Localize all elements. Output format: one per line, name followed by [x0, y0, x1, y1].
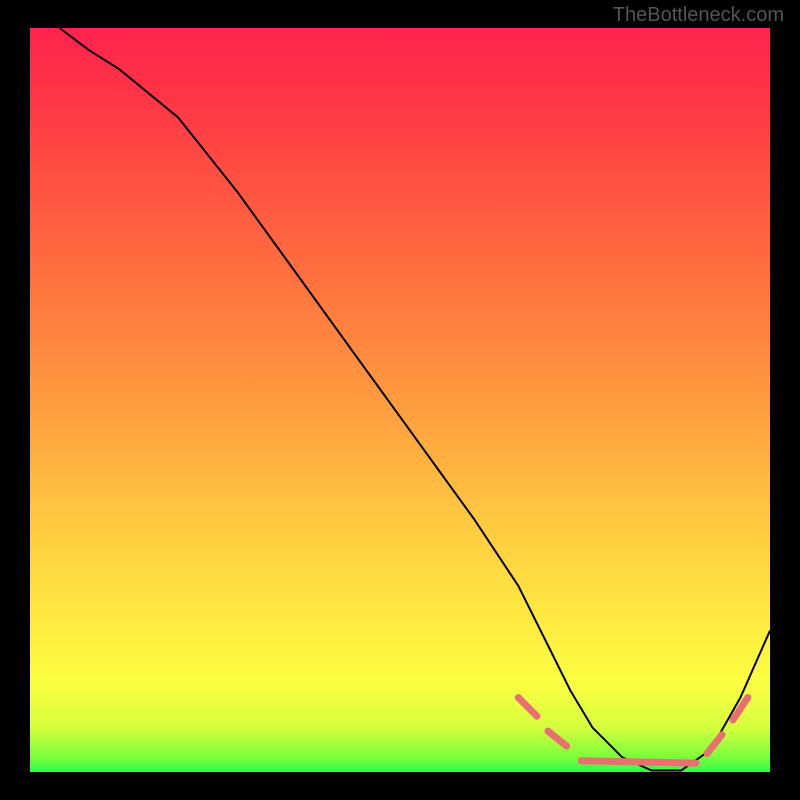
chart-marker-segment	[581, 761, 696, 763]
chart-marker-segment	[518, 698, 537, 717]
chart-line-series	[30, 28, 770, 772]
chart-plot-area	[30, 28, 770, 772]
chart-marker-segment	[707, 735, 722, 754]
chart-marker-dot	[563, 743, 570, 750]
chart-marker-dot	[533, 713, 540, 720]
chart-marker-segment	[733, 698, 748, 720]
chart-marker-dot	[578, 757, 585, 764]
chart-marker-dot	[704, 750, 711, 757]
chart-marker-dot	[744, 694, 751, 701]
chart-marker-dot	[730, 716, 737, 723]
chart-marker-dot	[515, 694, 522, 701]
chart-marker-dot	[693, 760, 700, 767]
chart-marker-dot	[545, 728, 552, 735]
chart-marker-dot	[718, 731, 725, 738]
chart-marker-segment	[548, 731, 567, 746]
chart-curve	[60, 28, 770, 771]
watermark-text: TheBottleneck.com	[613, 4, 784, 27]
